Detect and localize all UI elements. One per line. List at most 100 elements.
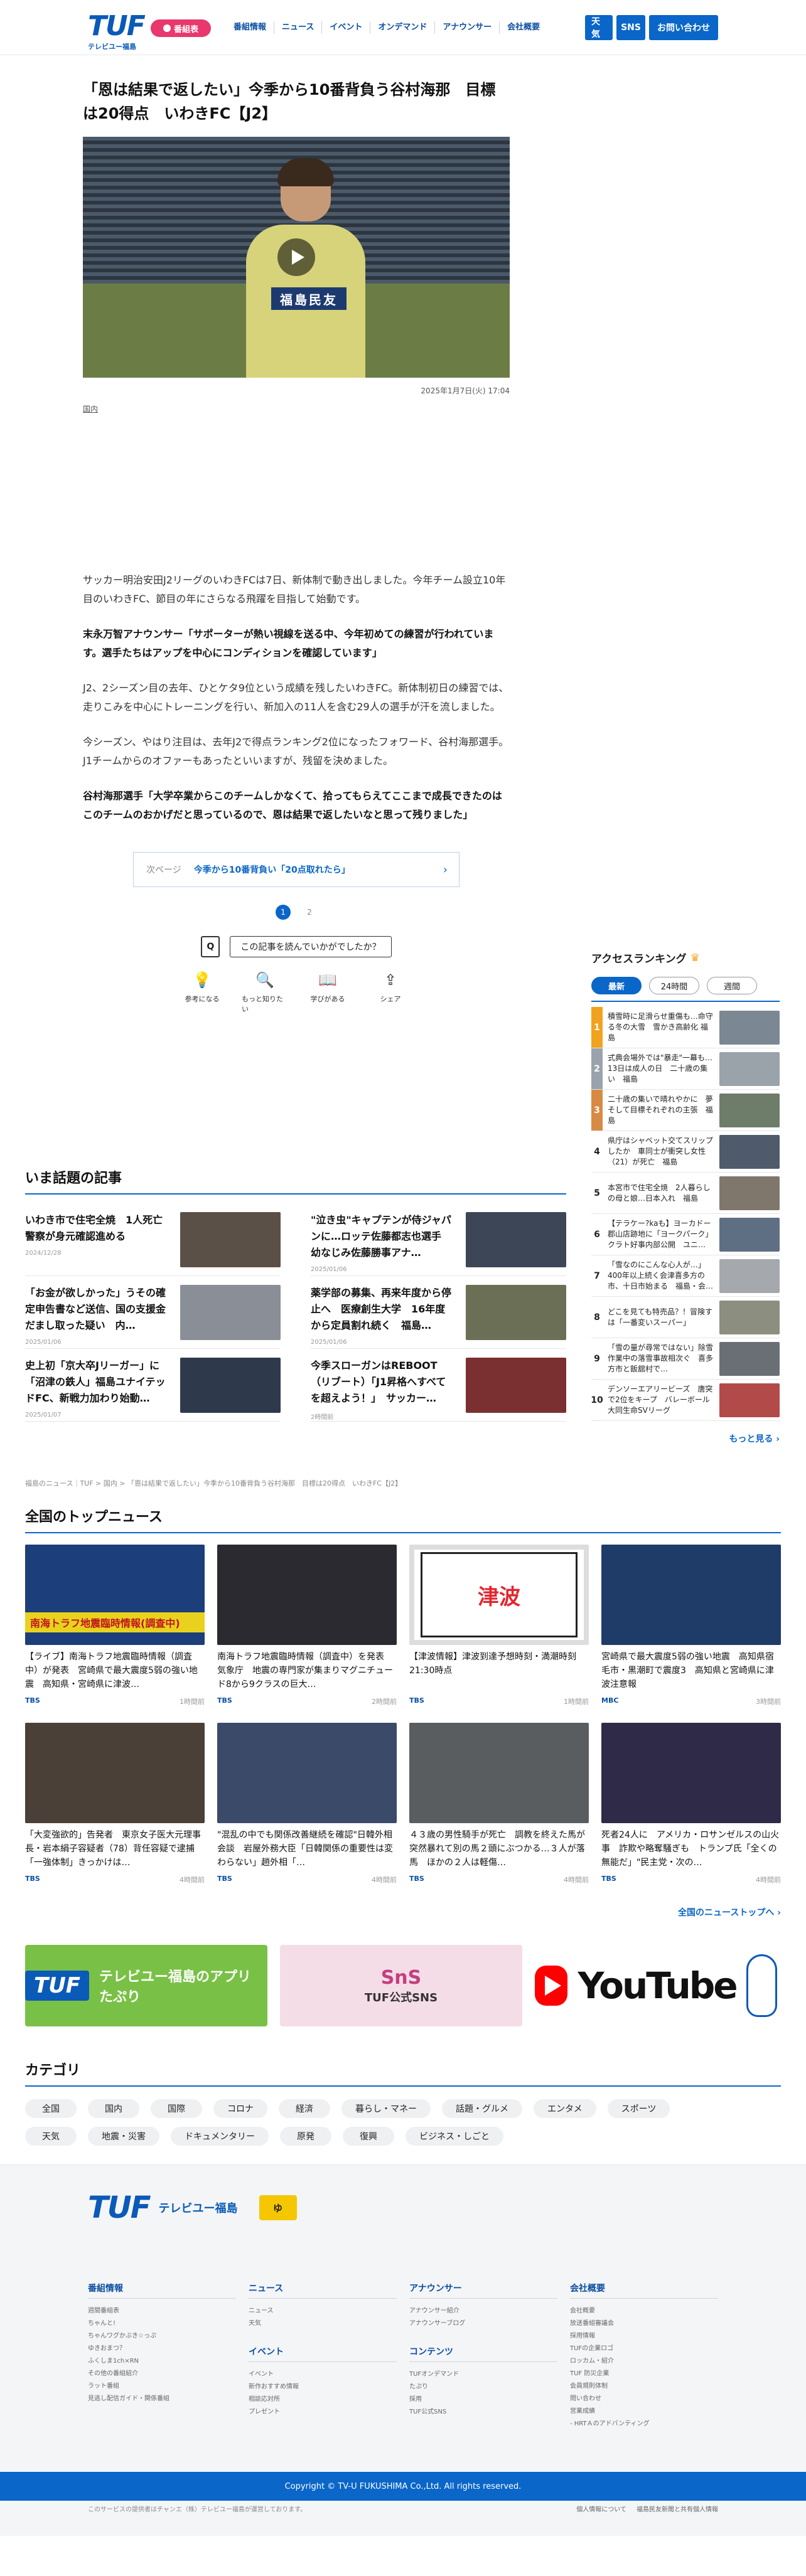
ranking-item[interactable]: 2 式典会場外では"暴走"一幕も…13日は成人の日 二十歳の集い 福島	[591, 1048, 780, 1090]
trending-item[interactable]: 史上初「京大卒Jリーガー」に「沼津の鉄人」福島ユナイテッドFC、新戦力加わり始動…	[25, 1349, 281, 1422]
tab-latest[interactable]: 最新	[591, 977, 642, 994]
footer-heading[interactable]: アナウンサー	[409, 2282, 557, 2299]
footer-link[interactable]: 天気	[249, 2318, 397, 2330]
privacy-link[interactable]: 個人情報について	[576, 2504, 626, 2513]
ranking-item[interactable]: 9 「雪の量が尋常ではない」除雪作業中の落雪事故相次ぐ 喜多方市と飯舘村で…	[591, 1338, 780, 1380]
trending-item[interactable]: いわき市で住宅全焼 1人死亡 警察が身元確認進める 2024/12/28	[25, 1203, 281, 1276]
ranking-item[interactable]: 8 どこを見ても特売品？！冒険すは「一番変いスーパー」	[591, 1297, 780, 1338]
footer-link[interactable]: ふくしま1ch×RN	[88, 2355, 236, 2368]
ranking-item[interactable]: 1 積雪時に足滑らせ重傷も…命守る冬の大雪 雪かき高齢化 福島	[591, 1007, 780, 1048]
category-chip[interactable]: 全国	[25, 2099, 77, 2118]
footer-link[interactable]: アナウンサーブログ	[409, 2318, 557, 2330]
page-1[interactable]: 1	[276, 905, 291, 920]
footer-link[interactable]: ちゃんと!	[88, 2318, 236, 2330]
footer-link[interactable]: 週間番組表	[88, 2305, 236, 2318]
tab-24h[interactable]: 24時間	[649, 977, 699, 994]
nav-program[interactable]: 番組情報	[226, 21, 274, 34]
youtube-banner[interactable]: YouTube	[535, 1945, 777, 2026]
category-chip[interactable]: エンタメ	[534, 2099, 596, 2118]
national-news-item[interactable]: 津波 【津波情報】津波到達予想時刻・満潮時刻 21:30時点 TBS 1時間前	[409, 1545, 589, 1706]
footer-link[interactable]: ゆきおまつ？	[88, 2343, 236, 2355]
contact-button[interactable]: お問い合わせ	[649, 15, 718, 40]
footer-heading[interactable]: 番組情報	[88, 2282, 236, 2299]
national-news-item[interactable]: 「大変強欲的」告発者 東京女子医大元理事長・岩本絹子容疑者（78）背任容疑で逮捕…	[25, 1723, 205, 1885]
national-news-item[interactable]: 南海トラフ地震臨時情報（調査中）を発表 気象庁 地震の専門家が集まりマグニチュー…	[217, 1545, 397, 1706]
footer-link[interactable]: 問い合わせ	[570, 2393, 718, 2405]
footer-link[interactable]: - HRTＡのアドバンティング	[570, 2418, 718, 2430]
trending-item[interactable]: 今季スローガンはREBOOT（リブート）「J1昇格へすべてを超えよう！」 サッカ…	[311, 1349, 566, 1422]
footer-link[interactable]: 会社概要	[570, 2305, 718, 2318]
weather-button[interactable]: 天気	[585, 15, 613, 40]
reaction-more[interactable]: 🔍 もっと知りたい	[242, 970, 288, 1014]
category-chip[interactable]: 経済	[279, 2099, 330, 2118]
tab-weekly[interactable]: 週間	[707, 977, 757, 994]
page-2[interactable]: 2	[302, 905, 317, 920]
footer-link[interactable]: その他の番組紹介	[88, 2368, 236, 2380]
footer-link[interactable]: TUF公式SNS	[409, 2406, 557, 2419]
footer-link[interactable]: 放送番組審議会	[570, 2318, 718, 2330]
nav-news[interactable]: ニュース	[274, 21, 321, 34]
trending-item[interactable]: 「お金が欲しかった」うその確定申告書など送信、国の支援金だまし取った疑い 内… 2…	[25, 1276, 281, 1349]
national-news-item[interactable]: ４３歳の男性騎手が死亡 調教を終えた馬が突然暴れて別の馬２頭にぶつかる…３人が落…	[409, 1723, 589, 1885]
nav-ondemand[interactable]: オンデマンド	[370, 21, 434, 34]
category-chip[interactable]: 原発	[280, 2127, 331, 2146]
ranking-more-link[interactable]: もっと見る ›	[591, 1432, 780, 1445]
footer-link[interactable]: アナウンサー紹介	[409, 2305, 557, 2318]
shared-info-link[interactable]: 福島民友新聞と共有個人情報	[637, 2504, 718, 2513]
national-more-link[interactable]: 全国のニューストップへ ›	[25, 1906, 781, 1919]
reaction-share[interactable]: ⇪ シェア	[367, 970, 414, 1014]
category-chip[interactable]: 国際	[151, 2099, 202, 2118]
nav-announcer[interactable]: アナウンサー	[434, 21, 499, 34]
bangumi-button[interactable]: 番組表	[151, 19, 211, 37]
ranking-item[interactable]: 5 本宮市で住宅全焼 2人暮らしの母と娘…日本入れ 福島	[591, 1173, 780, 1214]
footer-link[interactable]: 営業成績	[570, 2405, 718, 2418]
footer-heading[interactable]: イベント	[249, 2345, 397, 2362]
footer-link[interactable]: 見逃し配信ガイド・関係番組	[88, 2393, 236, 2405]
footer-heading[interactable]: ニュース	[249, 2282, 397, 2299]
footer-link[interactable]: 採用情報	[570, 2330, 718, 2343]
national-news-item[interactable]: "混乱の中でも関係改善継続を確認"日韓外相会談 岩屋外務大臣「日韓関係の重要性は…	[217, 1723, 397, 1885]
category-chip[interactable]: ビジネス・しごと	[406, 2127, 503, 2146]
nav-company[interactable]: 会社概要	[499, 21, 547, 34]
app-banner[interactable]: TUF テレビユー福島のアプリ たぷり	[25, 1945, 267, 2026]
sns-button[interactable]: SNS	[616, 15, 645, 40]
play-icon[interactable]	[277, 238, 315, 276]
footer-link[interactable]: ロッカム・紹介	[570, 2355, 718, 2368]
national-news-item[interactable]: 宮崎県で最大震度5弱の強い地震 高知県宿毛市・黒潮町で震度3 高知県と宮崎県に津…	[601, 1545, 781, 1706]
category-chip[interactable]: ドキュメンタリー	[171, 2127, 269, 2146]
footer-link[interactable]: 会員規則体制	[570, 2380, 718, 2393]
footer-link[interactable]: プレゼント	[249, 2406, 397, 2419]
reaction-learn[interactable]: 📖 学びがある	[304, 970, 351, 1014]
category-chip[interactable]: 国内	[88, 2099, 139, 2118]
breadcrumb[interactable]: 福島のニュース｜TUF > 国内 > 「恩は結果で返したい」今季から10番背負う…	[25, 1478, 402, 1488]
footer-heading[interactable]: コンテンツ	[409, 2345, 557, 2362]
nav-event[interactable]: イベント	[321, 21, 370, 34]
footer-link[interactable]: 新作おすすめ情報	[249, 2381, 397, 2393]
national-news-item[interactable]: 南海トラフ地震臨時情報(調査中) 【ライブ】南海トラフ地震臨時情報（調査中）が発表…	[25, 1545, 205, 1706]
footer-heading[interactable]: 会社概要	[570, 2282, 718, 2299]
ranking-item[interactable]: 10 デンソーエアリービーズ 唐突で2位をキープ バレーボール大同生命SVリーグ	[591, 1380, 780, 1421]
ranking-item[interactable]: 6 【テラケー?kaも】ヨーカドー郡山店跡地に「ヨークパーク」クラト好事内部公開 …	[591, 1214, 780, 1255]
category-chip[interactable]: スポーツ	[607, 2099, 670, 2118]
article-category[interactable]: 国内	[83, 403, 98, 414]
trending-item[interactable]: "泣き虫"キャプテンが侍ジャパンに…ロッテ佐藤都志也選手 幼なじみ佐藤勝事アナ……	[311, 1203, 566, 1276]
category-chip[interactable]: 地震・災害	[88, 2127, 159, 2146]
footer-logo[interactable]: TUF テレビユー福島 ゆ	[88, 2193, 297, 2223]
footer-link[interactable]: たぷり	[409, 2381, 557, 2393]
national-news-item[interactable]: 死者24人に アメリカ・ロサンゼルスの山火事 詐欺や略奪騒ぎも トランプ氏「全く…	[601, 1723, 781, 1885]
next-page-link[interactable]: 次ページ 今季から10番背負い「20点取れたら」 ›	[133, 852, 459, 887]
footer-link[interactable]: イベント	[249, 2368, 397, 2381]
footer-link[interactable]: TUFオンデマンド	[409, 2368, 557, 2381]
category-chip[interactable]: 天気	[25, 2127, 77, 2146]
footer-link[interactable]: TUF 防災企業	[570, 2368, 718, 2380]
reaction-helpful[interactable]: 💡 参考になる	[179, 970, 225, 1014]
footer-link[interactable]: ニュース	[249, 2305, 397, 2318]
ranking-item[interactable]: 7 「雪なのにこんな心人が…」400年以上続く会津喜多方の市、十日市始まる 福島・…	[591, 1255, 780, 1297]
footer-link[interactable]: 相談応対所	[249, 2393, 397, 2406]
sns-banner[interactable]: SnS TUF公式SNS	[280, 1945, 522, 2026]
footer-link[interactable]: 採用	[409, 2393, 557, 2406]
category-chip[interactable]: 暮らし・マネー	[341, 2099, 431, 2118]
video-player[interactable]: 福島民友	[83, 137, 510, 378]
category-chip[interactable]: コロナ	[213, 2099, 267, 2118]
footer-link[interactable]: ラット番組	[88, 2380, 236, 2393]
